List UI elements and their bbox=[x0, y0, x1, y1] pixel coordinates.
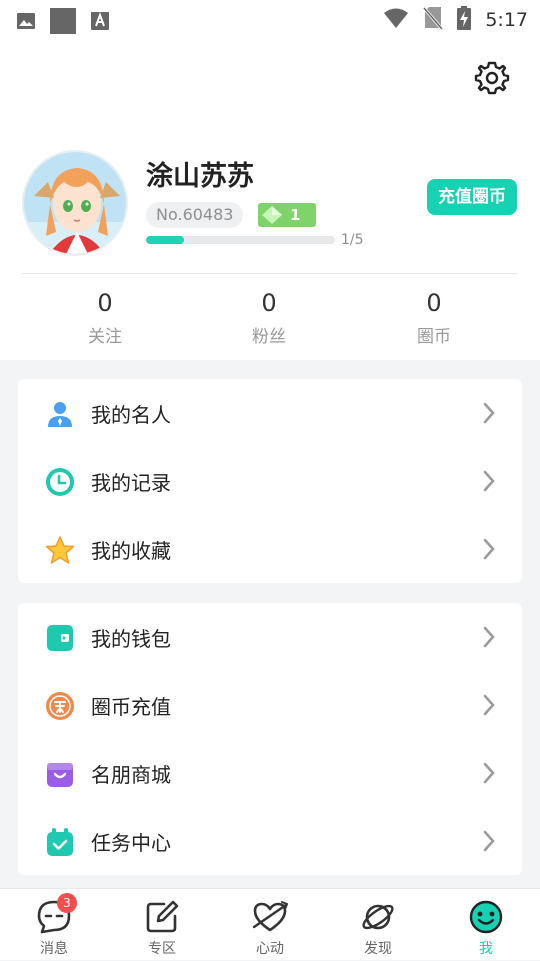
planet-icon bbox=[362, 904, 394, 930]
menu-card-wallet: 我的钱包 圈币充值 名朋商城 任务中心 bbox=[18, 603, 522, 875]
shop-icon bbox=[47, 763, 73, 787]
menu-label: 我的收藏 bbox=[91, 539, 171, 563]
username: 涂山苏苏 bbox=[146, 161, 254, 192]
stat-value: 0 bbox=[97, 289, 113, 317]
chevron-right-icon bbox=[483, 402, 495, 424]
chevron-right-icon bbox=[483, 830, 495, 852]
level-progress-text: 1/5 bbox=[341, 232, 364, 248]
no-sim-icon bbox=[423, 6, 444, 34]
chevron-right-icon bbox=[483, 694, 495, 716]
status-time: 5:17 bbox=[485, 9, 528, 31]
avatar[interactable] bbox=[22, 150, 128, 256]
task-icon bbox=[47, 828, 73, 856]
image-notification-icon bbox=[16, 11, 36, 35]
menu-label: 名朋商城 bbox=[91, 763, 171, 787]
menu-label: 我的记录 bbox=[91, 471, 171, 495]
chevron-right-icon bbox=[483, 762, 495, 784]
stat-followers[interactable]: 0 粉丝 bbox=[209, 288, 329, 347]
level-value: 1 bbox=[290, 206, 301, 224]
unread-badge: 3 bbox=[57, 893, 77, 913]
menu-card-personal: 我的名人 我的记录 我的收藏 bbox=[18, 379, 522, 583]
tab-zone[interactable]: 专区 bbox=[108, 889, 216, 961]
menu-item-shop[interactable]: 名朋商城 bbox=[18, 739, 522, 807]
status-bar: 5:17 bbox=[0, 0, 540, 36]
chevron-right-icon bbox=[483, 538, 495, 560]
menu-item-task-center[interactable]: 任务中心 bbox=[18, 807, 522, 875]
tab-me[interactable]: 我 bbox=[432, 889, 540, 961]
tab-heartbeat[interactable]: 心动 bbox=[216, 889, 324, 961]
diamond-icon bbox=[262, 206, 282, 224]
level-badge: 1 bbox=[258, 203, 316, 227]
stat-label: 关注 bbox=[88, 327, 122, 347]
stat-value: 0 bbox=[261, 289, 277, 317]
clock-icon bbox=[46, 468, 74, 496]
tab-discover[interactable]: 发现 bbox=[324, 889, 432, 961]
tab-label: 消息 bbox=[40, 941, 68, 957]
menu-label: 任务中心 bbox=[91, 831, 171, 855]
menu-item-my-wallet[interactable]: 我的钱包 bbox=[18, 603, 522, 671]
stat-following[interactable]: 0 关注 bbox=[45, 288, 165, 347]
heart-arrow-icon bbox=[252, 901, 288, 932]
stat-coins[interactable]: 0 圈币 bbox=[374, 288, 494, 347]
settings-button[interactable] bbox=[474, 60, 510, 96]
stat-value: 0 bbox=[426, 289, 442, 317]
chevron-right-icon bbox=[483, 626, 495, 648]
app-notification-icon bbox=[50, 8, 76, 38]
stat-label: 圈币 bbox=[417, 327, 451, 347]
smile-face-icon bbox=[469, 900, 503, 934]
menu-item-my-records[interactable]: 我的记录 bbox=[18, 447, 522, 515]
menu-item-coin-recharge[interactable]: 圈币充值 bbox=[18, 671, 522, 739]
divider bbox=[22, 273, 517, 274]
chevron-right-icon bbox=[483, 470, 495, 492]
level-progress-fill bbox=[146, 236, 184, 244]
tab-label: 我 bbox=[479, 941, 493, 957]
coin-icon bbox=[46, 692, 74, 720]
battery-charging-icon bbox=[457, 6, 472, 34]
menu-item-my-favorites[interactable]: 我的收藏 bbox=[18, 515, 522, 583]
stat-label: 粉丝 bbox=[252, 327, 286, 347]
edit-icon bbox=[146, 900, 179, 933]
menu-label: 我的钱包 bbox=[91, 627, 171, 651]
menu-label: 圈币充值 bbox=[91, 695, 171, 719]
tab-label: 专区 bbox=[148, 941, 176, 957]
tab-messages[interactable]: 3 消息 bbox=[0, 889, 108, 961]
wifi-icon bbox=[383, 7, 409, 33]
font-notification-icon bbox=[90, 11, 110, 35]
menu-item-my-celebrities[interactable]: 我的名人 bbox=[18, 379, 522, 447]
star-icon bbox=[45, 536, 75, 564]
person-icon bbox=[48, 402, 72, 427]
tab-label: 发现 bbox=[364, 941, 392, 957]
wallet-icon bbox=[47, 625, 73, 651]
user-id-badge: No.60483 bbox=[146, 202, 244, 228]
gear-icon bbox=[474, 61, 510, 95]
level-progress-bar bbox=[146, 236, 335, 244]
bottom-tab-bar: 3 消息 专区 心动 发现 我 bbox=[0, 888, 540, 960]
profile-header: 涂山苏苏 No.60483 1 1/5 充值圈币 0 关注 0 粉丝 0 圈币 bbox=[0, 36, 540, 360]
tab-label: 心动 bbox=[256, 941, 284, 957]
recharge-coins-button[interactable]: 充值圈币 bbox=[427, 179, 517, 215]
menu-label: 我的名人 bbox=[91, 403, 171, 427]
